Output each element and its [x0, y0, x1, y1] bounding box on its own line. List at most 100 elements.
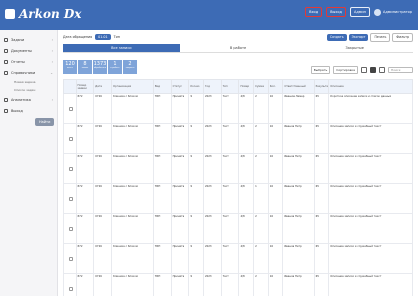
cell-code: 4/8	[238, 273, 255, 296]
sidebar-item-tasks[interactable]: Задачи ›	[0, 34, 57, 45]
row-checkbox[interactable]	[69, 227, 73, 231]
cell-type: Тест	[220, 123, 240, 154]
cell-num: 872	[75, 153, 95, 184]
sidebar-subitem[interactable]: Новая задача	[0, 78, 57, 86]
cell-resp: Иванов Петр	[282, 243, 315, 274]
table-body: 872 0726 Клиника с блоком ТИП Принята 9 2023 Те…	[63, 93, 413, 296]
breadcrumb-prefix: Дата обращения	[63, 35, 93, 39]
row-checkbox[interactable]	[69, 257, 73, 261]
column-header[interactable]: Номер заявки	[75, 79, 95, 94]
grid-icon[interactable]	[361, 67, 367, 73]
list-view-icon[interactable]	[370, 67, 376, 73]
row-checkbox-cell[interactable]	[63, 153, 77, 184]
chevron-right-icon: ›	[51, 37, 53, 42]
sidebar-item-reports[interactable]: Отчеты ›	[0, 56, 57, 67]
stat-card[interactable]: 2 закрыто	[123, 60, 137, 74]
cell-qty: 9	[188, 153, 204, 184]
column-header[interactable]: Год	[202, 79, 222, 94]
row-checkbox-cell[interactable]	[63, 243, 77, 274]
tab-in-progress[interactable]: В работе	[180, 44, 297, 52]
cell-kind: ТИП	[152, 153, 172, 184]
stat-card[interactable]: 8 новые	[78, 60, 92, 74]
sidebar-subitem[interactable]: Список задач	[0, 86, 57, 94]
column-header[interactable]: Номер	[238, 79, 255, 94]
filter-button[interactable]: Фильтр	[392, 32, 413, 42]
header-link-1[interactable]: Вход	[305, 7, 323, 17]
row-checkbox-cell[interactable]	[63, 183, 77, 214]
create-button[interactable]: Создать	[326, 33, 347, 41]
table-row[interactable]: 872 0726 Клиника с блоком ТИП Принята 9 2023 Те…	[63, 183, 413, 214]
sidebar-item-analytics[interactable]: Аналитика ›	[0, 94, 57, 105]
row-checkbox[interactable]	[69, 107, 73, 111]
exit-icon	[4, 108, 8, 113]
stat-label: новые	[81, 67, 89, 69]
cell-kind: ТИП	[152, 123, 172, 154]
cell-num: 872	[75, 123, 95, 154]
cell-desc: Описание записи и служебный текст	[328, 153, 413, 184]
row-checkbox[interactable]	[69, 167, 73, 171]
sidebar-item-label: Отчеты	[11, 59, 25, 64]
cell-kind: ТИП	[152, 273, 172, 296]
tab-closed[interactable]: Закрытые	[296, 44, 413, 52]
table-row[interactable]: 872 0726 Клиника с блоком ТИП Принята 9 2023 Те…	[63, 273, 413, 296]
sidebar-item-exit[interactable]: Выход	[0, 105, 57, 116]
cell-type: Тест	[220, 213, 240, 244]
column-header[interactable]: Ответственный	[282, 79, 315, 94]
stat-card[interactable]: 1373 обработано	[93, 60, 107, 74]
cell-date: 0726	[93, 183, 113, 214]
column-header[interactable]	[63, 79, 77, 94]
column-header[interactable]: Тип	[220, 79, 240, 94]
sidebar-apply-button[interactable]: Найти	[35, 118, 55, 126]
row-checkbox[interactable]	[69, 197, 73, 201]
cell-sum: 1	[253, 183, 269, 214]
column-header[interactable]: Сумма	[253, 79, 269, 94]
cell-org: Клиника с блоком	[111, 213, 154, 244]
column-header[interactable]: Кол.	[267, 79, 284, 94]
cell-cnt: 16	[267, 123, 284, 154]
logo[interactable]: Arkon Dx	[5, 7, 81, 21]
sidebar-item-label: Документы	[11, 48, 32, 53]
tab-all[interactable]: Все записи	[63, 44, 180, 52]
cell-org: Клиника с блоком	[111, 153, 154, 184]
column-header[interactable]: Организация	[111, 79, 154, 94]
table-row[interactable]: 872 0726 Клиника с блоком ТИП Принята 9 2023 Те…	[63, 153, 413, 184]
cell-resp: Иванов Петр	[282, 183, 315, 214]
stat-card[interactable]: 1в работе	[108, 60, 122, 74]
search-input[interactable]: Поиск	[388, 67, 413, 73]
column-header[interactable]: Вид	[152, 79, 172, 94]
row-checkbox-cell[interactable]	[63, 273, 77, 296]
stat-label: обработано	[93, 67, 107, 69]
table-header-row: Номер заявки Дата Организация Вид Статус Кол-…	[63, 79, 413, 94]
sidebar-item-documents[interactable]: Документы ›	[0, 45, 57, 56]
settings-icon[interactable]	[379, 67, 385, 73]
sort-dropdown[interactable]: Сортировка	[333, 66, 358, 74]
column-header[interactable]: Статус	[170, 79, 190, 94]
table-row[interactable]: 872 0726 Клиника с блоком ТИП Принята 9 2023 Те…	[63, 93, 413, 124]
cell-type: Тест	[220, 93, 240, 124]
print-button[interactable]: Печать	[370, 32, 391, 42]
row-checkbox[interactable]	[69, 137, 73, 141]
header-link-3[interactable]: Админ	[349, 7, 370, 17]
row-checkbox-cell[interactable]	[63, 213, 77, 244]
header-link-2[interactable]: Выход	[326, 7, 346, 17]
table-row[interactable]: 872 0726 Клиника с блоком ТИП Принята 9 2023 Те…	[63, 243, 413, 274]
stat-card[interactable]: 120 всего	[63, 60, 77, 74]
breadcrumb-badge[interactable]: 01.01	[95, 34, 111, 40]
column-header[interactable]: Результат	[313, 79, 330, 94]
table-row[interactable]: 872 0726 Клиника с блоком ТИП Принята 9 2023 Те…	[63, 123, 413, 154]
sidebar-item-directories[interactable]: Справочники ⌄	[0, 67, 57, 78]
column-header[interactable]: Дата	[93, 79, 113, 94]
cell-kind: ТИП	[152, 93, 172, 124]
export-button[interactable]: Экспорт	[348, 33, 369, 41]
user-menu[interactable]: Администратор	[373, 8, 412, 16]
row-checkbox[interactable]	[69, 287, 73, 291]
row-checkbox-cell[interactable]	[63, 93, 77, 124]
cell-cnt: 16	[267, 93, 284, 124]
table-row[interactable]: 872 0726 Клиника с блоком ТИП Принята 9 2023 Те…	[63, 213, 413, 244]
select-dropdown[interactable]: Выбрать	[310, 66, 331, 74]
breadcrumb-suffix: Тип	[113, 35, 120, 39]
column-header[interactable]: Описание	[328, 79, 413, 94]
row-checkbox-cell[interactable]	[63, 123, 77, 154]
column-header[interactable]: Кол-во	[188, 79, 204, 94]
cell-code: 4/8	[238, 183, 255, 214]
